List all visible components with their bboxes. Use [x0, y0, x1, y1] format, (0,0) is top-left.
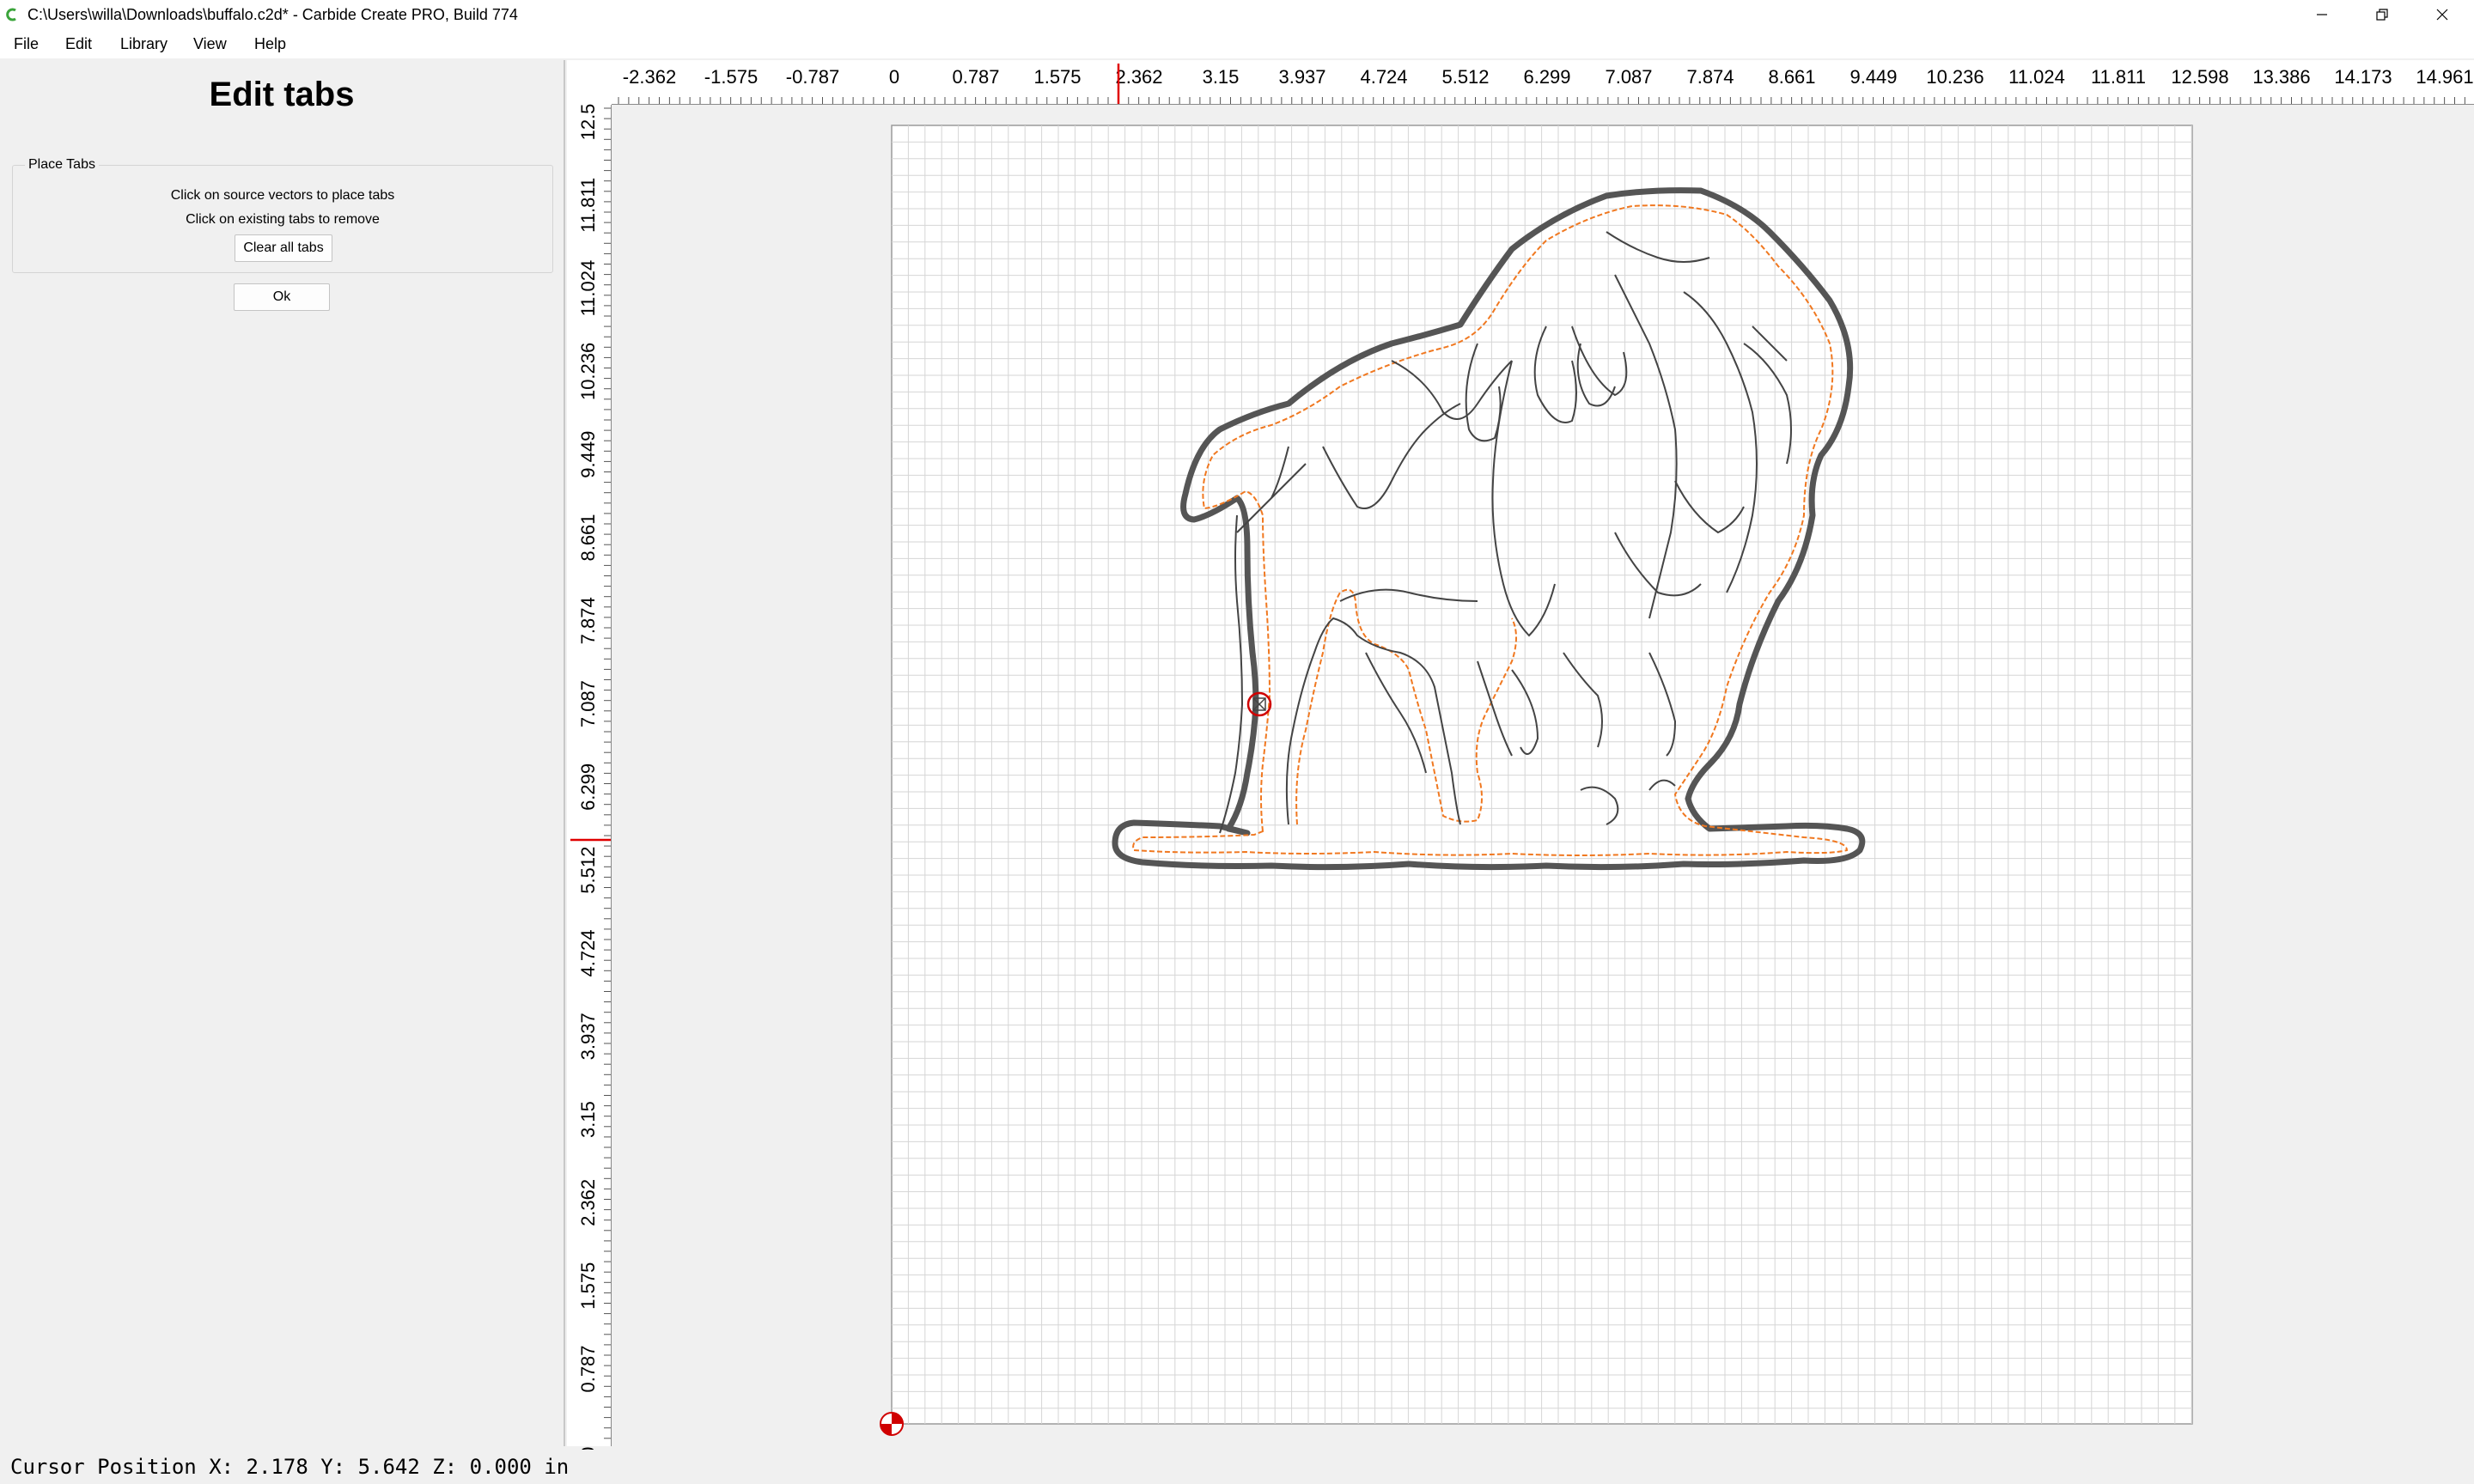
ruler-label-v: 3.937 [577, 1013, 599, 1060]
ruler-label-h: 7.087 [1605, 66, 1652, 88]
ruler-label-v: 9.449 [577, 431, 599, 478]
ruler-label-h: 2.362 [1115, 66, 1162, 88]
ruler-label-h: 0 [889, 66, 899, 88]
ruler-label-v: 6.299 [577, 763, 599, 811]
ruler-label-h: 7.874 [1686, 66, 1734, 88]
ruler-label-h: 5.512 [1441, 66, 1489, 88]
ruler-label-h: 13.386 [2252, 66, 2310, 88]
ruler-label-h: 14.173 [2334, 66, 2392, 88]
ruler-label-h: -2.362 [623, 66, 676, 88]
ruler-label-h: 14.961 [2416, 66, 2473, 88]
ruler-label-h: -1.575 [704, 66, 758, 88]
ruler-label-h: -0.787 [786, 66, 839, 88]
ruler-label-h: 3.15 [1203, 66, 1240, 88]
ruler-label-h: 11.024 [2008, 66, 2065, 88]
ruler-label-h: 11.811 [2091, 66, 2146, 88]
ruler-label-v: 3.15 [577, 1101, 599, 1138]
ruler-label-h: 8.661 [1768, 66, 1815, 88]
ruler-label-v: 10.236 [577, 343, 599, 400]
ruler-label-v: 11.811 [577, 178, 599, 233]
ruler-label-h: 9.449 [1849, 66, 1897, 88]
cursor-position-readout: Cursor Position X: 2.178 Y: 5.642 Z: 0.0… [10, 1455, 570, 1479]
ruler-label-v: 0.787 [577, 1345, 599, 1392]
ruler-label-v: 11.024 [577, 260, 599, 317]
design-canvas[interactable]: -2.362 -1.575 -0.787 0 0.787 1.575 2.362 3.15 3.… [0, 0, 2474, 1484]
ruler-label-v: 7.874 [577, 597, 599, 644]
ruler-label-h: 1.575 [1033, 66, 1081, 88]
ruler-label-v: 12.5 [577, 104, 599, 141]
ruler-label-h: 4.724 [1360, 66, 1407, 88]
origin-icon [880, 1412, 904, 1436]
ruler-label-h: 0.787 [952, 66, 999, 88]
ruler-label-h: 6.299 [1523, 66, 1570, 88]
ruler-label-h: 10.236 [1926, 66, 1983, 88]
ruler-label-v: 8.661 [577, 514, 599, 561]
ruler-label-v: 4.724 [577, 929, 599, 976]
ruler-label-v: 5.512 [577, 847, 599, 894]
status-bar: Cursor Position X: 2.178 Y: 5.642 Z: 0.0… [0, 1450, 2474, 1484]
ruler-label-v: 1.575 [577, 1262, 599, 1310]
ruler-label-h: 12.598 [2171, 66, 2228, 88]
ruler-label-h: 3.937 [1278, 66, 1325, 88]
ruler-label-v: 2.362 [577, 1179, 599, 1226]
ruler-label-v: 7.087 [577, 680, 599, 727]
